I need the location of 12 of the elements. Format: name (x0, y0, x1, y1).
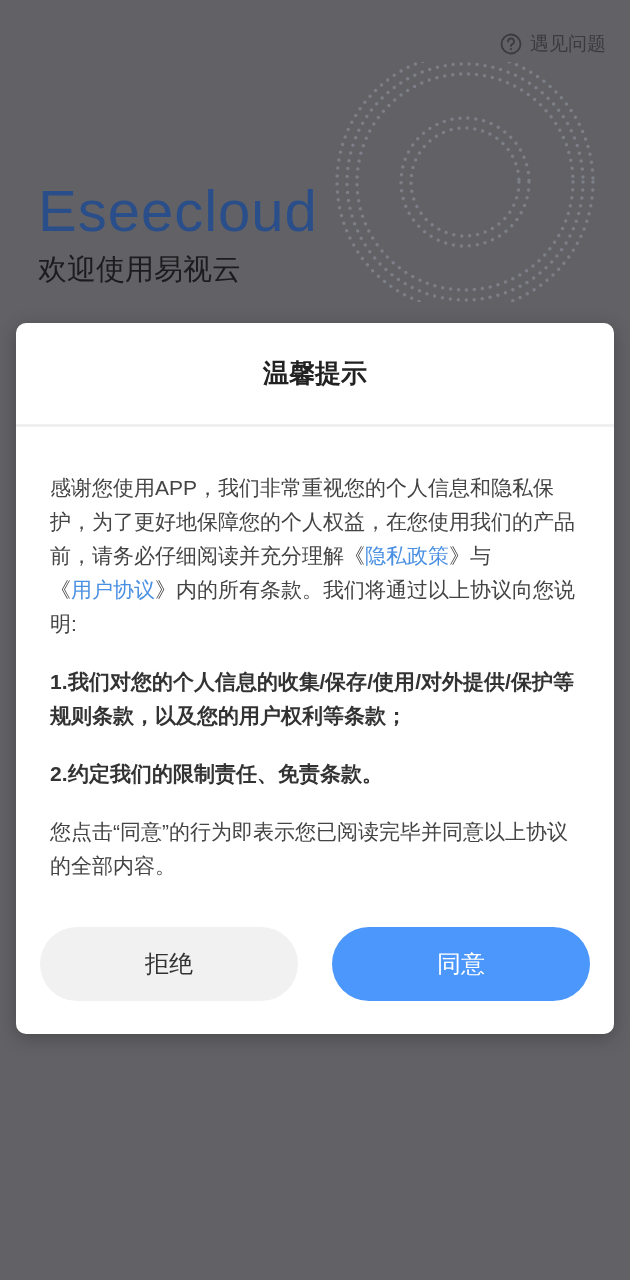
terms-point: 1.我们对您的个人信息的收集/保存/使用/对外提供/保护等规则条款，以及您的用户权利等条款； (50, 669, 575, 729)
help-icon (500, 33, 522, 56)
agreement-link[interactable]: 隐私政策 (365, 544, 449, 567)
consent-note: 您点击“同意”的行为即表示您已阅读完毕并同意以上协议的全部内容。 (50, 819, 569, 879)
agreement-link[interactable]: 用户协议 (71, 578, 155, 601)
logo: Eseecloud (38, 181, 319, 240)
dialog-title: 温馨提示 (263, 357, 367, 390)
decline-button[interactable]: 拒绝 (40, 927, 298, 1001)
terms-point: 2.约定我们的限制责任、免责条款。 (50, 761, 384, 787)
intro-paragraph: 感谢您使用APP，我们非常重视您的个人信息和隐私保护，为了更好地保障您的个人权益，在您使用我们的产品前，请务必仔细阅读并充分理解《隐私政策》与《用户协议》内的所有条款。我们将通过以上协议向您说明: (50, 475, 576, 637)
welcome-heading: 欢迎使用易视云 (38, 251, 242, 287)
agree-button[interactable]: 同意 (332, 927, 590, 1001)
